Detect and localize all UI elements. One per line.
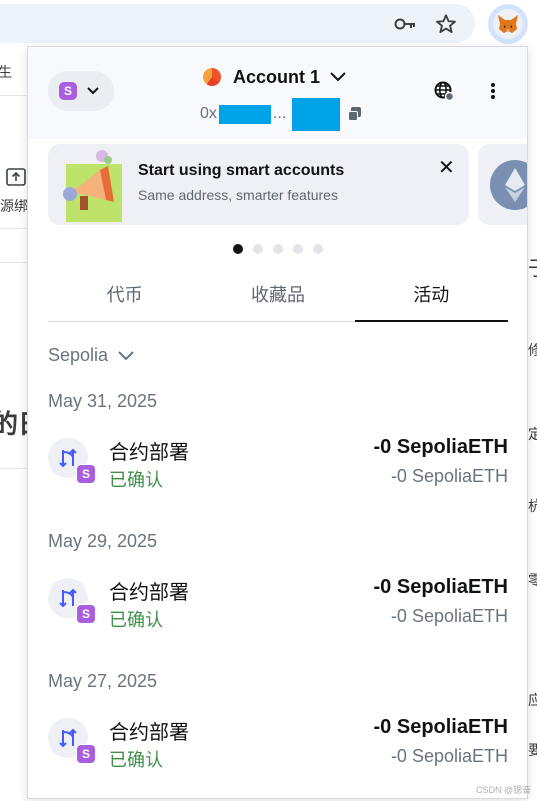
- activity-date: May 31, 2025: [48, 391, 158, 411]
- account-name: Account 1: [233, 66, 321, 87]
- browser-toolbar: [0, 0, 537, 47]
- network-selector-button[interactable]: S: [48, 71, 114, 111]
- banner-pagination: [233, 244, 323, 254]
- background-divider: [0, 95, 27, 96]
- network-badge: S: [76, 604, 96, 624]
- pagination-dot[interactable]: [253, 244, 263, 254]
- banner-subtitle: Same address, smarter features: [138, 187, 338, 203]
- background-text: 定: [528, 426, 537, 442]
- chevron-down-icon: [118, 348, 134, 364]
- background-text: 零: [528, 572, 537, 588]
- metamask-fox-icon: [493, 9, 523, 39]
- background-text: 生: [0, 64, 12, 80]
- pagination-dot[interactable]: [293, 244, 303, 254]
- close-icon[interactable]: ✕: [438, 158, 455, 178]
- activity-date: May 27, 2025: [48, 671, 158, 691]
- background-divider: [0, 468, 27, 469]
- activity-title: 合约部署: [109, 582, 189, 604]
- network-badge: S: [76, 744, 96, 764]
- smart-accounts-banner[interactable]: Start using smart accounts Same address,…: [48, 144, 469, 225]
- activity-secondary-amount: -0 SepoliaETH: [390, 606, 508, 626]
- megaphone-illustration: [62, 148, 124, 222]
- activity-item[interactable]: S 合约部署 已确认 -0 SepoliaETH -0 SepoliaETH: [48, 432, 508, 490]
- ethereum-icon: [490, 160, 527, 210]
- activity-status: 已确认: [109, 610, 163, 630]
- address-redaction: [292, 97, 341, 131]
- background-divider: [0, 228, 27, 229]
- next-banner-card[interactable]: [478, 144, 527, 225]
- address-ellipsis: ...: [272, 105, 287, 122]
- chevron-down-icon: [87, 84, 99, 98]
- account-address[interactable]: 0x ...: [200, 97, 362, 131]
- tab-activity[interactable]: 活动: [354, 277, 509, 322]
- activity-title: 合约部署: [109, 722, 189, 744]
- background-divider: [0, 262, 27, 263]
- background-text: 修: [528, 342, 537, 358]
- activity-status: 已确认: [109, 470, 163, 490]
- activity-amount: -0 SepoliaETH: [373, 576, 508, 598]
- pagination-dot[interactable]: [273, 244, 283, 254]
- activity-amount: -0 SepoliaETH: [373, 716, 508, 738]
- pagination-dot[interactable]: [313, 244, 323, 254]
- chevron-down-icon: [330, 69, 346, 85]
- account-avatar: [203, 68, 221, 86]
- background-text: 杭: [528, 498, 537, 514]
- activity-item[interactable]: S 合约部署 已确认 -0 SepoliaETH -0 SepoliaETH: [48, 712, 508, 770]
- background-text: 应: [528, 692, 537, 708]
- network-filter-dropdown[interactable]: Sepolia: [48, 345, 134, 366]
- activity-item[interactable]: S 合约部署 已确认 -0 SepoliaETH -0 SepoliaETH: [48, 572, 508, 630]
- tab-tokens[interactable]: 代币: [48, 277, 201, 321]
- activity-status: 已确认: [109, 750, 163, 770]
- pagination-dot[interactable]: [233, 244, 243, 254]
- activity-amount: -0 SepoliaETH: [373, 436, 508, 458]
- star-icon[interactable]: [434, 12, 458, 36]
- copy-icon[interactable]: [348, 107, 362, 121]
- activity-title: 合约部署: [109, 442, 189, 464]
- more-vertical-icon[interactable]: [483, 77, 503, 105]
- background-text: 要: [528, 742, 537, 758]
- watermark: CSDN @锶奋: [476, 785, 532, 795]
- background-text: 于: [528, 252, 537, 281]
- tab-bar: 代币 收藏品 活动: [48, 277, 509, 322]
- address-prefix: 0x: [200, 105, 217, 122]
- network-badge: S: [59, 82, 77, 100]
- upload-icon: [6, 168, 26, 186]
- network-filter-label: Sepolia: [48, 345, 109, 365]
- network-badge: S: [76, 464, 96, 484]
- tab-collectibles[interactable]: 收藏品: [201, 277, 354, 321]
- background-text: 源绑: [0, 198, 28, 214]
- account-selector[interactable]: Account 1: [203, 65, 346, 89]
- key-icon[interactable]: [393, 12, 417, 36]
- globe-icon[interactable]: [433, 80, 455, 102]
- activity-secondary-amount: -0 SepoliaETH: [390, 466, 508, 486]
- activity-secondary-amount: -0 SepoliaETH: [390, 746, 508, 766]
- popup-header: S Account 1 0x ...: [28, 47, 527, 139]
- metamask-popup: S Account 1 0x ... Start using smart acc…: [27, 46, 528, 799]
- address-redaction: [218, 104, 271, 124]
- activity-date: May 29, 2025: [48, 531, 158, 551]
- metamask-extension-button[interactable]: [488, 4, 528, 44]
- banner-title: Start using smart accounts: [138, 162, 345, 179]
